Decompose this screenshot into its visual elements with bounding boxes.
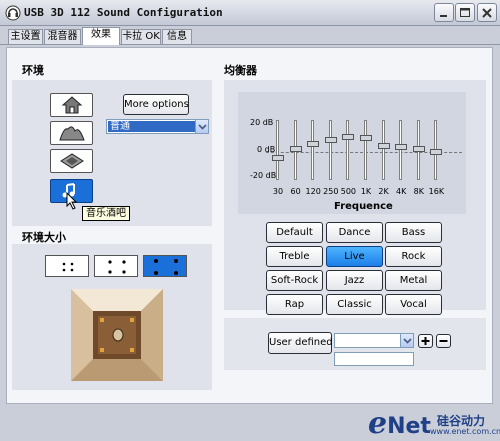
preset-button-dance[interactable]: Dance: [326, 222, 383, 243]
env-size-medium[interactable]: [94, 255, 138, 277]
user-preset-name-input[interactable]: [334, 352, 414, 366]
eq-slider-track-7[interactable]: [399, 120, 403, 180]
tab-main-settings[interactable]: 主设置: [8, 29, 43, 44]
env-button-opera-house[interactable]: [50, 121, 93, 145]
eq-slider-thumb-5[interactable]: [360, 135, 372, 141]
close-icon: [482, 8, 492, 18]
enet-logo: eNet: [368, 406, 431, 441]
eq-slider-track-2[interactable]: [311, 120, 315, 180]
eq-slider-track-3[interactable]: [328, 120, 332, 180]
close-button[interactable]: [477, 3, 497, 22]
preset-button-vocal[interactable]: Vocal: [385, 294, 442, 315]
env-size-large[interactable]: [143, 255, 187, 277]
env-button-stone-room[interactable]: [50, 149, 93, 173]
eq-slider-track-0[interactable]: [276, 120, 279, 180]
stone-room-icon: [59, 153, 84, 169]
user-preset-select[interactable]: [334, 333, 414, 348]
eq-slider-thumb-8[interactable]: [412, 145, 425, 152]
env-button-house[interactable]: [50, 93, 93, 117]
maximize-button[interactable]: [455, 3, 475, 22]
preset-button-rock[interactable]: Rock: [385, 246, 442, 267]
eq-slider-thumb-2[interactable]: [307, 141, 320, 147]
eq-slider-thumb-7[interactable]: [395, 144, 408, 150]
preset-button-treble[interactable]: Treble: [266, 246, 323, 267]
chevron-down-icon: [195, 120, 208, 133]
room-preview: [71, 289, 163, 381]
minus-icon: [439, 340, 448, 342]
tab-effects[interactable]: 效果: [82, 27, 120, 45]
house-icon: [61, 96, 82, 114]
enet-url: www.enet.com.cn: [430, 427, 500, 436]
eq-slider-thumb-3[interactable]: [324, 136, 337, 143]
preset-button-rap[interactable]: Rap: [266, 294, 323, 315]
eq-slider-thumb-6[interactable]: [377, 142, 390, 149]
more-options-button[interactable]: More options: [123, 94, 189, 115]
environment-tooltip: 音乐酒吧: [82, 206, 130, 221]
environment-size-title: 环境大小: [22, 231, 66, 244]
tab-strip-line: [0, 44, 500, 45]
add-preset-button[interactable]: [418, 334, 433, 348]
preset-button-metal[interactable]: Metal: [385, 270, 442, 291]
eq-frequency-label: 16K: [428, 187, 445, 196]
maximize-icon: [460, 8, 470, 17]
minimize-button[interactable]: [434, 3, 454, 22]
preset-button-default[interactable]: Default: [266, 222, 323, 243]
mouse-cursor-icon: [66, 191, 78, 213]
frequency-axis-label: Frequence: [334, 201, 393, 212]
eq-slider-thumb-9[interactable]: [430, 148, 443, 155]
plus-icon: [421, 337, 430, 345]
db-label-bottom: -20 dB: [250, 171, 277, 180]
opera-house-icon: [58, 126, 85, 141]
speaker-app-icon: [5, 5, 21, 21]
environment-select-value: 普通: [108, 121, 195, 132]
eq-slider-track-6[interactable]: [381, 120, 385, 180]
preset-button-soft-rock[interactable]: Soft-Rock: [266, 270, 323, 291]
environment-select[interactable]: 普通: [106, 119, 209, 134]
minimize-icon: [440, 15, 447, 17]
eq-slider-thumb-1[interactable]: [289, 145, 302, 152]
tab-karaoke[interactable]: 卡拉 OK: [121, 29, 161, 44]
environment-title: 环境: [22, 64, 44, 77]
window-title: USB 3D 112 Sound Configuration: [24, 6, 223, 19]
tab-mixer[interactable]: 混音器: [44, 29, 81, 44]
preset-button-bass[interactable]: Bass: [385, 222, 442, 243]
eq-slider-thumb-4[interactable]: [342, 133, 355, 140]
size-medium-icon: [108, 260, 126, 274]
preset-button-live[interactable]: Live: [326, 246, 383, 267]
eq-slider-track-4[interactable]: [346, 120, 350, 180]
chevron-down-icon: [400, 334, 413, 347]
user-preset-select-value: [336, 334, 400, 347]
remove-preset-button[interactable]: [436, 334, 451, 348]
preset-button-classic[interactable]: Classic: [326, 294, 383, 315]
db-label-top: 20 dB: [250, 118, 274, 127]
equalizer-title: 均衡器: [224, 64, 257, 77]
env-size-small[interactable]: [45, 255, 89, 277]
user-defined-button[interactable]: User defined: [268, 332, 333, 354]
preset-button-jazz[interactable]: Jazz: [326, 270, 383, 291]
size-small-icon: [62, 262, 74, 272]
tab-info[interactable]: 信息: [162, 29, 192, 44]
eq-slider-thumb-0[interactable]: [272, 154, 284, 161]
size-large-icon: [154, 259, 178, 275]
eq-slider-track-5[interactable]: [364, 120, 367, 180]
